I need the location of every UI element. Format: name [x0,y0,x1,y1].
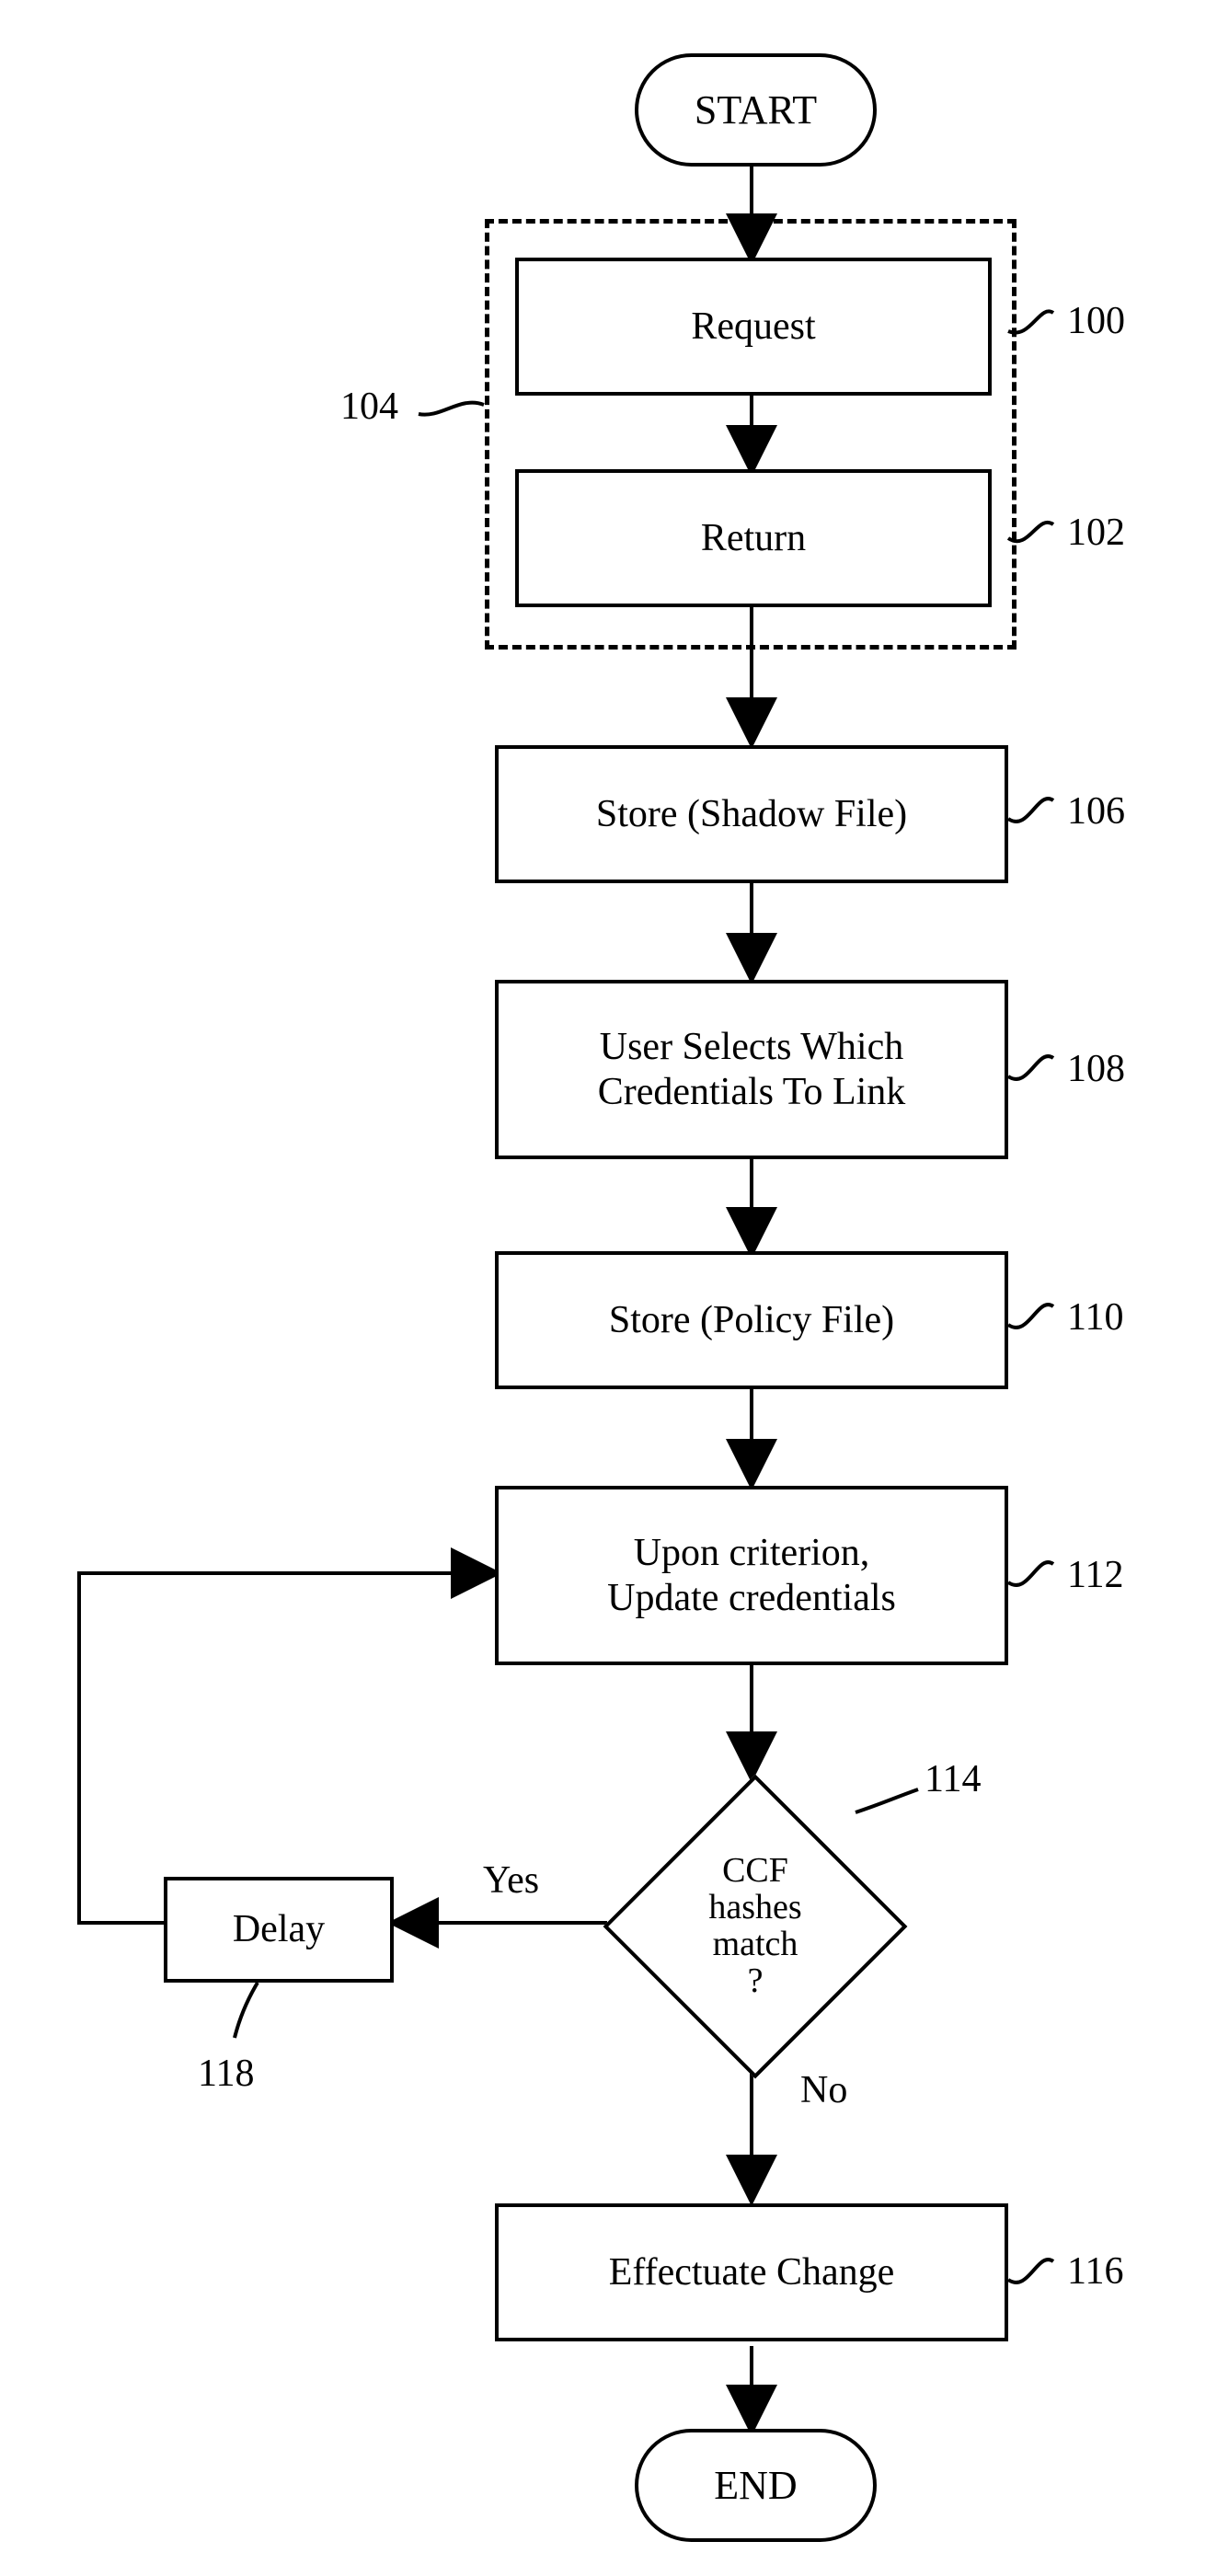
ref-104: 104 [340,385,398,429]
flowchart: START Request Return Store (Shadow File)… [0,0,1206,2576]
effectuate-change-label: Effectuate Change [609,2250,895,2294]
terminator-start: START [635,53,877,167]
return-label: Return [701,516,806,560]
user-selects-label: User Selects Which Credentials To Link [598,1025,906,1114]
end-label: END [714,2462,797,2509]
block-user-selects: User Selects Which Credentials To Link [495,980,1008,1159]
store-shadow-label: Store (Shadow File) [596,792,907,836]
ref-112: 112 [1067,1553,1123,1597]
start-label: START [695,86,817,133]
block-store-policy: Store (Policy File) [495,1251,1008,1389]
ref-106: 106 [1067,789,1125,834]
terminator-end: END [635,2429,877,2542]
ref-116: 116 [1067,2249,1123,2294]
store-policy-label: Store (Policy File) [609,1298,894,1342]
block-store-shadow: Store (Shadow File) [495,745,1008,883]
request-label: Request [691,305,815,349]
block-update-credentials: Upon criterion, Update credentials [495,1486,1008,1665]
branch-yes: Yes [483,1858,539,1903]
ref-114: 114 [925,1757,981,1801]
branch-no: No [800,2068,847,2112]
block-request: Request [515,258,992,396]
ref-110: 110 [1067,1295,1123,1340]
ref-102: 102 [1067,511,1125,555]
block-delay: Delay [164,1877,394,1983]
block-return: Return [515,469,992,607]
decision-ccf-label: CCF hashes match ? [708,1853,801,2000]
ref-108: 108 [1067,1047,1125,1091]
update-credentials-label: Upon criterion, Update credentials [607,1531,896,1620]
ref-100: 100 [1067,299,1125,343]
ref-118: 118 [198,2052,254,2096]
delay-label: Delay [233,1907,325,1951]
block-effectuate-change: Effectuate Change [495,2203,1008,2341]
